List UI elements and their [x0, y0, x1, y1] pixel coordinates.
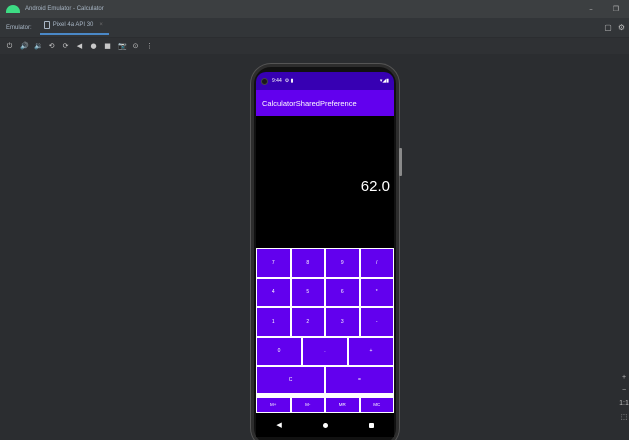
rotate-right-icon[interactable]: ⟳	[62, 42, 69, 50]
key-memory-clear[interactable]: MC	[359, 396, 394, 413]
key-1[interactable]: 1	[256, 307, 291, 337]
key-memory-recall[interactable]: MR	[325, 396, 360, 413]
window-title: Android Emulator - Calculator	[25, 6, 104, 12]
volume-up-icon[interactable]: 🔊	[20, 42, 29, 50]
back-icon[interactable]: ◀	[76, 42, 83, 50]
calculator-display: 62.0	[256, 116, 394, 248]
zoom-out-icon[interactable]: −	[622, 387, 626, 394]
keypad-row-3: 1 2 3 -	[256, 307, 394, 337]
key-multiply[interactable]: *	[359, 277, 394, 307]
device-tab-label: Pixel 4a API 30	[52, 22, 94, 28]
nav-back-icon[interactable]: ◀	[276, 421, 281, 429]
emulator-label: Emulator:	[6, 24, 32, 31]
key-3[interactable]: 3	[325, 307, 360, 337]
android-nav-bar: ◀	[256, 413, 394, 437]
nav-recents-icon[interactable]	[368, 422, 374, 428]
zoom-in-icon[interactable]: +	[622, 374, 626, 381]
key-equals[interactable]: =	[325, 365, 394, 394]
key-2[interactable]: 2	[290, 307, 325, 337]
keypad-row-4: 0 . +	[256, 336, 394, 366]
zoom-fit-icon[interactable]: ⬚	[621, 413, 628, 421]
key-memory-add[interactable]: M+	[256, 396, 291, 413]
overview-icon[interactable]: ■	[104, 42, 111, 50]
emulator-tab-bar: Emulator: Pixel 4a API 30 × ▢ ⚙	[0, 18, 629, 38]
status-time: 9:44	[272, 78, 282, 84]
volume-down-icon[interactable]: 🔉	[34, 42, 43, 50]
zoom-actual-size-button[interactable]: 1:1	[619, 400, 629, 407]
nav-home-icon[interactable]	[322, 422, 328, 428]
window-controls: – ❐	[589, 0, 619, 18]
window-title-bar: Android Emulator - Calculator – ❐	[0, 0, 629, 18]
tab-pixel-4a[interactable]: Pixel 4a API 30 ×	[39, 21, 109, 35]
key-5[interactable]: 5	[290, 277, 325, 307]
phone-side-button[interactable]	[399, 148, 402, 176]
key-8[interactable]: 8	[290, 248, 325, 278]
status-notification-icons: ⚙ ▮	[284, 78, 294, 84]
display-value: 62.0	[360, 178, 390, 195]
maximize-button[interactable]: ❐	[613, 5, 619, 13]
keypad-memory-row: M+ M- MR MC	[256, 396, 394, 413]
key-plus[interactable]: +	[348, 336, 394, 366]
key-divide[interactable]: /	[359, 248, 394, 278]
key-0[interactable]: 0	[256, 336, 302, 366]
zoom-controls: + − 1:1 ⬚	[619, 374, 629, 440]
key-memory-subtract[interactable]: M-	[290, 396, 325, 413]
home-icon[interactable]: ●	[90, 42, 97, 50]
rotate-left-icon[interactable]: ⟲	[48, 42, 55, 50]
phone-device-icon	[43, 21, 50, 29]
key-4[interactable]: 4	[256, 277, 291, 307]
emulator-toolbar: ⏻ 🔊 🔉 ⟲ ⟳ ◀ ● ■ 📷 ⊙ ⋮	[0, 38, 629, 54]
phone-screen: 9:44 ⚙ ▮ ▾◢▮ CalculatorSharedPreference …	[256, 72, 394, 417]
key-7[interactable]: 7	[256, 248, 291, 278]
minimize-button[interactable]: –	[589, 5, 593, 13]
snapshot-icon[interactable]: ⊙	[132, 42, 139, 50]
tab-bar-actions: ▢ ⚙	[604, 23, 625, 32]
status-bar: 9:44 ⚙ ▮ ▾◢▮	[256, 72, 394, 90]
status-signal-battery-icons: ▾◢▮	[379, 78, 389, 84]
calculator-keypad: 7 8 9 / 4 5 6 * 1 2 3 - 0 . + C = M+ M-	[256, 248, 394, 413]
key-minus[interactable]: -	[359, 307, 394, 337]
front-camera-icon	[261, 77, 268, 85]
keypad-row-5: C =	[256, 365, 394, 394]
key-clear[interactable]: C	[256, 365, 325, 394]
android-icon	[6, 5, 20, 13]
key-6[interactable]: 6	[325, 277, 360, 307]
settings-gear-icon[interactable]: ⚙	[618, 23, 625, 32]
app-bar: CalculatorSharedPreference	[256, 90, 394, 116]
screenshot-camera-icon[interactable]: 📷	[118, 42, 127, 50]
more-options-icon[interactable]: ⋮	[146, 42, 153, 50]
keypad-row-1: 7 8 9 /	[256, 248, 394, 278]
keypad-row-2: 4 5 6 *	[256, 277, 394, 307]
key-decimal[interactable]: .	[302, 336, 348, 366]
power-icon[interactable]: ⏻	[6, 42, 13, 51]
key-9[interactable]: 9	[325, 248, 360, 278]
app-title: CalculatorSharedPreference	[262, 98, 357, 108]
close-tab-icon[interactable]: ×	[99, 22, 103, 28]
layout-icon[interactable]: ▢	[604, 23, 612, 32]
